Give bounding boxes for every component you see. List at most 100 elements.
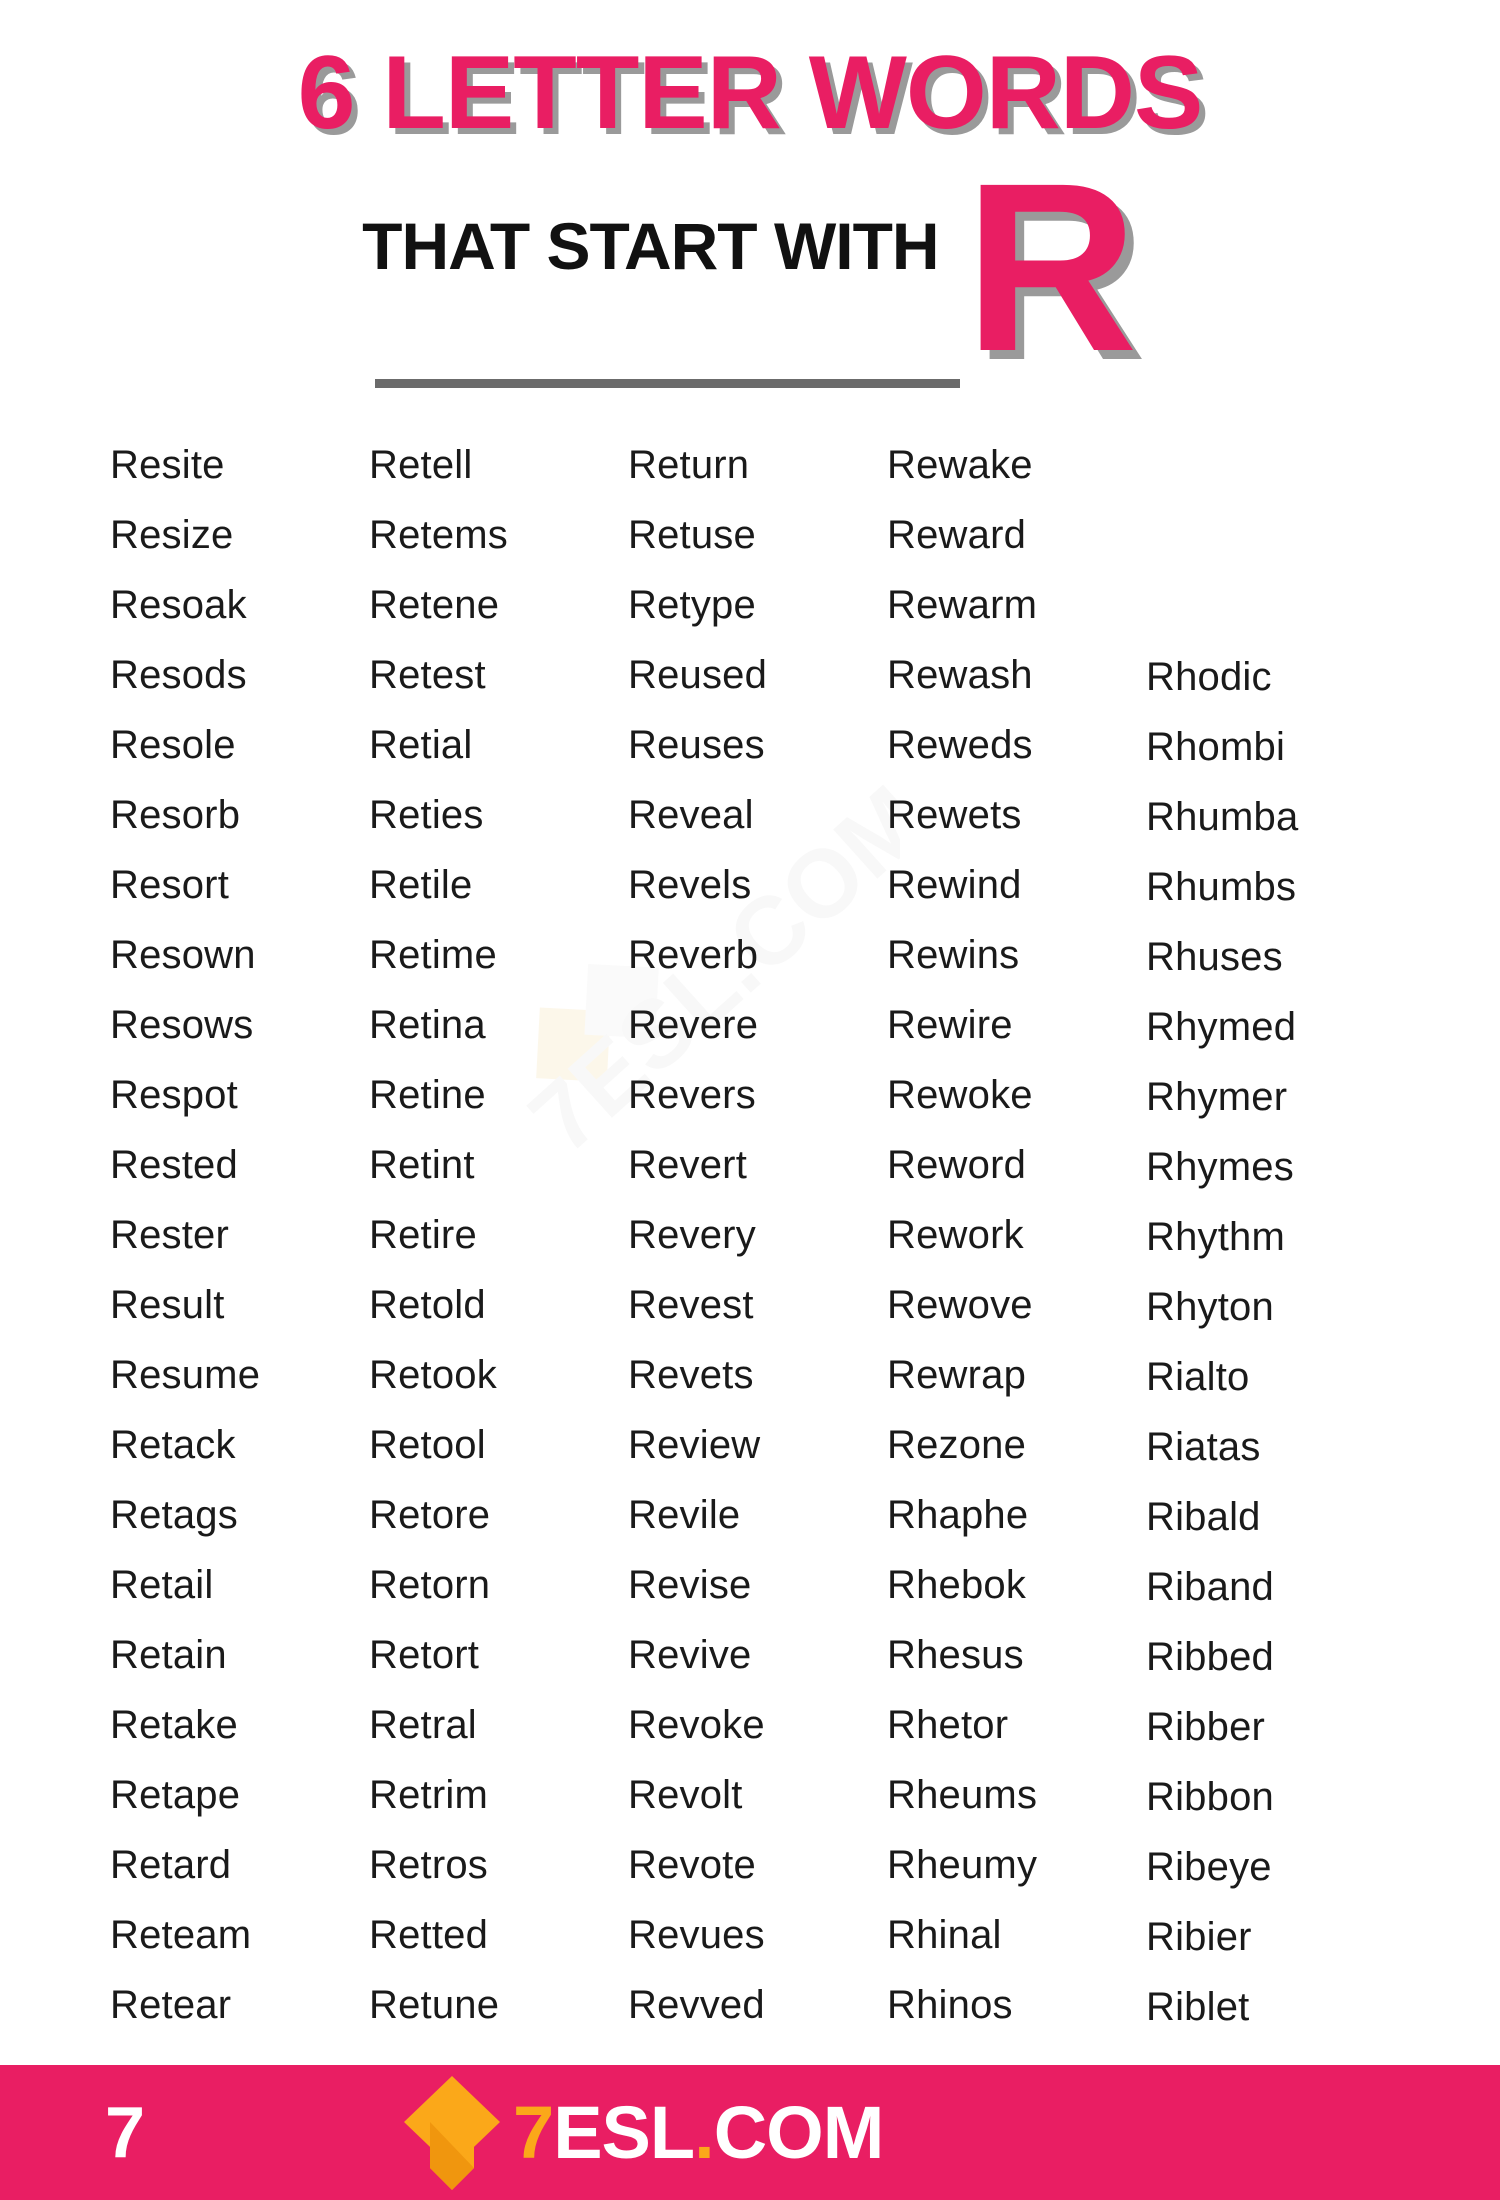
word-item: Resume — [110, 1353, 261, 1398]
word-column-5: Rhodic Rhombi Rhumba Rhumbs Rhuses Rhymed Rhym… — [1146, 430, 1405, 2042]
word-item: Retape — [110, 1773, 241, 1818]
word-item: Rewets — [887, 793, 1022, 838]
word-item: Revved — [628, 1983, 765, 2028]
word-item: Revert — [628, 1143, 748, 1188]
logo-esl: ESL — [553, 2090, 695, 2174]
word-item: Ribbon — [1146, 1775, 1274, 1820]
word-item: Reword — [887, 1143, 1027, 1188]
word-item: Reteam — [110, 1913, 252, 1958]
word-item: Retros — [369, 1843, 489, 1888]
word-item: Revive — [628, 1633, 752, 1678]
word-item: Retial — [369, 723, 473, 768]
word-item: Revels — [628, 863, 752, 908]
word-item: Retrim — [369, 1773, 488, 1818]
word-item: Resods — [110, 653, 247, 698]
word-column-3: Return Retuse Retype Reused Reuses Reveal Reve… — [628, 430, 887, 2040]
word-item: Rester — [110, 1213, 230, 1258]
word-item: Review — [628, 1423, 761, 1468]
word-item: Revise — [628, 1563, 752, 1608]
word-item: Rheumy — [887, 1843, 1038, 1888]
word-item: Riblet — [1146, 1985, 1250, 2030]
word-item: Retest — [369, 653, 486, 698]
word-item: Retack — [110, 1423, 236, 1468]
word-item: Resoak — [110, 583, 247, 628]
poster-footer: 7 7ESL.COM — [0, 2065, 1500, 2200]
word-column-4: Rewake Reward Rewarm Rewash Reweds Rewets Rewi… — [887, 430, 1146, 2040]
word-item: Rhuses — [1146, 935, 1283, 980]
word-item: Rework — [887, 1213, 1024, 1258]
word-list-grid: Resite Resize Resoak Resods Resole Resorb Reso… — [0, 430, 1500, 2042]
word-item: Retire — [369, 1213, 477, 1258]
word-item: Rhymed — [1146, 1005, 1297, 1050]
word-item: Rewind — [887, 863, 1022, 908]
word-item: Revues — [628, 1913, 765, 1958]
word-item: Retook — [369, 1353, 497, 1398]
word-item: Rhetor — [887, 1703, 1009, 1748]
word-item: Retold — [369, 1283, 486, 1328]
site-logo[interactable]: 7ESL.COM — [400, 2074, 884, 2192]
word-item: Reward — [887, 513, 1027, 558]
subtitle-row: THAT START WITH R — [0, 147, 1500, 387]
word-column-2: Retell Retems Retene Retest Retial Reties Reti… — [369, 430, 628, 2040]
page-number: 7 — [105, 2092, 146, 2173]
word-item: Reveal — [628, 793, 754, 838]
word-item: Rewarm — [887, 583, 1038, 628]
poster-root: 7ESL.COM 6 LETTER WORDS THAT START WITH … — [0, 0, 1500, 2200]
word-item: Revere — [628, 1003, 759, 1048]
logo-com: COM — [713, 2090, 885, 2174]
word-item: Rhaphe — [887, 1493, 1029, 1538]
word-item: Retuse — [628, 513, 756, 558]
word-item: Ribier — [1146, 1915, 1252, 1960]
word-item: Rhinal — [887, 1913, 1002, 1958]
word-item: Retina — [369, 1003, 486, 1048]
logo-seven: 7 — [513, 2090, 554, 2174]
word-item: Retime — [369, 933, 497, 978]
word-item: Resite — [110, 443, 225, 488]
word-item: Rhyton — [1146, 1285, 1274, 1330]
word-item: Riband — [1146, 1565, 1274, 1610]
word-item: Retine — [369, 1073, 486, 1118]
logo-dot: . — [694, 2090, 715, 2174]
word-item: Riatas — [1146, 1425, 1261, 1470]
word-item: Rezone — [887, 1423, 1027, 1468]
page-title: 6 LETTER WORDS — [297, 35, 1204, 151]
word-item: Rewrap — [887, 1353, 1027, 1398]
word-item: Reties — [369, 793, 484, 838]
word-column-1: Resite Resize Resoak Resods Resole Resorb Reso… — [110, 430, 369, 2040]
word-item: Resole — [110, 723, 236, 768]
word-item: Resows — [110, 1003, 254, 1048]
word-item: Rewoke — [887, 1073, 1033, 1118]
word-item: Rewire — [887, 1003, 1013, 1048]
word-item: Rested — [110, 1143, 238, 1188]
word-item: Retake — [110, 1703, 238, 1748]
word-item: Ribald — [1146, 1495, 1261, 1540]
word-item: Ribeye — [1146, 1845, 1272, 1890]
word-item: Rhodic — [1146, 655, 1272, 700]
word-item: Retool — [369, 1423, 486, 1468]
word-item: Rhesus — [887, 1633, 1024, 1678]
title-divider — [375, 379, 960, 389]
word-item: Revery — [628, 1213, 756, 1258]
word-item: Retune — [369, 1983, 500, 2028]
word-item: Revote — [628, 1843, 756, 1888]
word-item: Revers — [628, 1073, 756, 1118]
word-item: Rheums — [887, 1773, 1038, 1818]
word-item: Rhebok — [887, 1563, 1027, 1608]
word-item: Retell — [369, 443, 473, 488]
word-item: Retral — [369, 1703, 477, 1748]
word-item: Resorb — [110, 793, 241, 838]
word-item: Retorn — [369, 1563, 491, 1608]
word-item: Retted — [369, 1913, 489, 1958]
word-item: Revolt — [628, 1773, 743, 1818]
word-item: Retain — [110, 1633, 227, 1678]
word-item: Respot — [110, 1073, 238, 1118]
word-item: Rialto — [1146, 1355, 1250, 1400]
word-item: Revets — [628, 1353, 754, 1398]
word-item: Retags — [110, 1493, 238, 1538]
word-item: Rhumba — [1146, 795, 1299, 840]
site-logo-text: 7ESL.COM — [513, 2095, 884, 2170]
word-item: Retail — [110, 1563, 214, 1608]
word-item: Resort — [110, 863, 230, 908]
page-subtitle: THAT START WITH — [362, 209, 939, 284]
word-item: Resown — [110, 933, 256, 978]
